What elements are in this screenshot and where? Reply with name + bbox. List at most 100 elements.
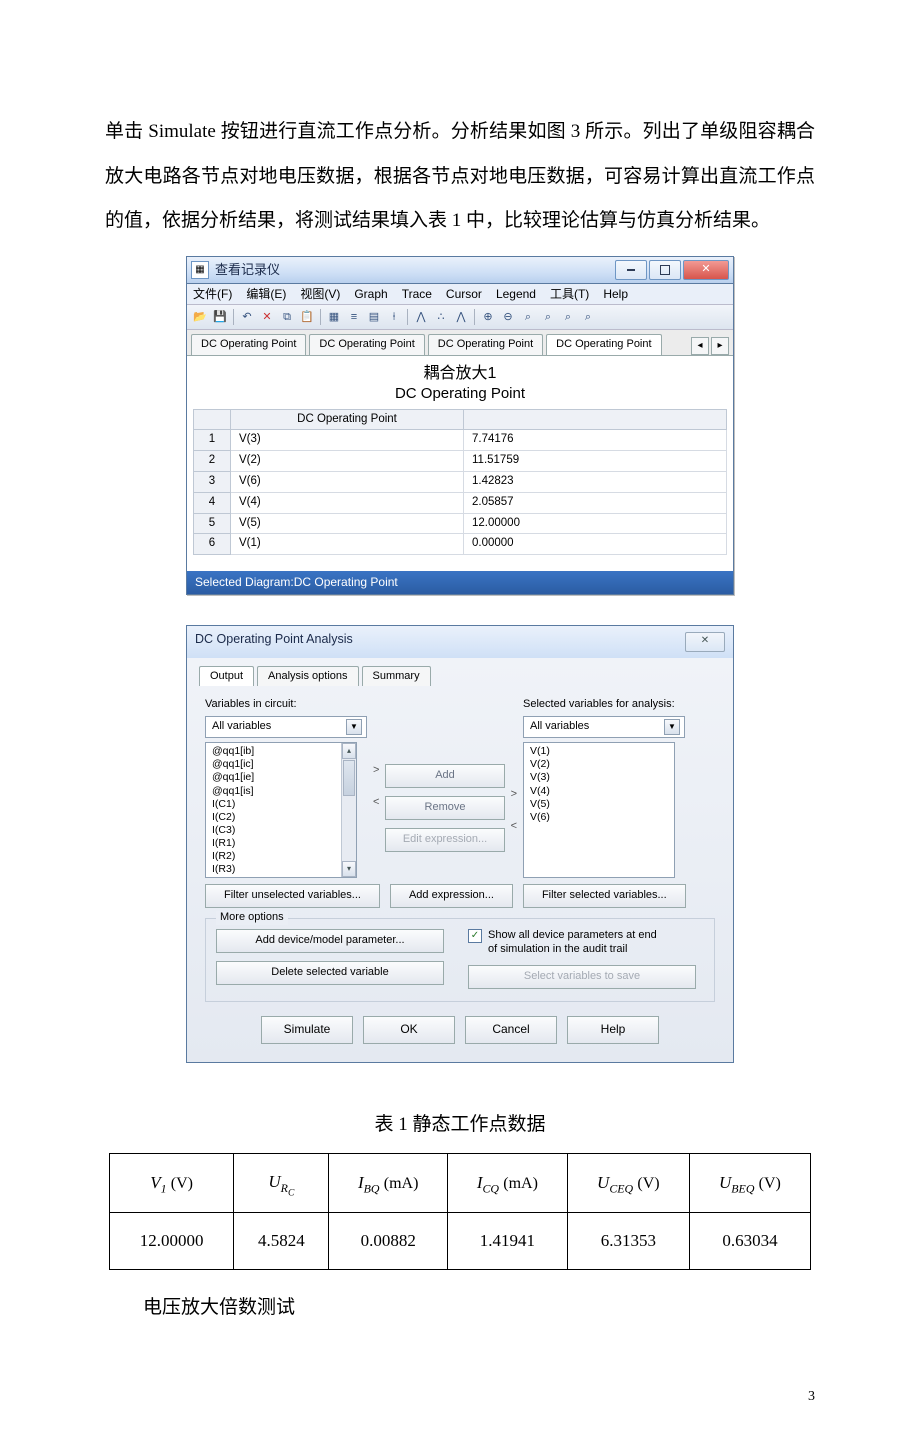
dialog-close-button[interactable]: ✕: [685, 632, 725, 652]
marker2-icon[interactable]: ∴: [432, 308, 450, 326]
more-options-legend: More options: [216, 911, 288, 925]
app-icon: ▦: [191, 261, 209, 279]
status-bar: Selected Diagram:DC Operating Point: [187, 571, 733, 593]
window-title: 查看记录仪: [215, 262, 615, 278]
menu-trace[interactable]: Trace: [402, 287, 432, 301]
zoom-x-icon[interactable]: ⌕: [559, 308, 577, 326]
th-ubeq: UBEQ (V): [689, 1154, 810, 1213]
menu-cursor[interactable]: Cursor: [446, 287, 482, 301]
toolbar: 📂 💾 ↶ ✕ ⧉ 📋 ▦ ≡ ▤ ⍿ ⋀ ∴ ⋀ ⊕ ⊖ ⌕ ⌕ ⌕ ⌕: [187, 305, 733, 330]
tab-options[interactable]: Analysis options: [257, 666, 359, 687]
tab-dcop-3[interactable]: DC Operating Point: [428, 334, 543, 354]
menu-legend[interactable]: Legend: [496, 287, 536, 301]
marker3-icon[interactable]: ⋀: [452, 308, 470, 326]
tabstrip: DC Operating Point DC Operating Point DC…: [187, 330, 733, 354]
list-icon[interactable]: ≡: [345, 308, 363, 326]
tab-scroll-right[interactable]: ▸: [711, 337, 729, 355]
dialog-titlebar: DC Operating Point Analysis ✕: [187, 626, 733, 658]
result-table: DC Operating Point 1V(3)7.74176 2V(2)11.…: [193, 409, 727, 556]
table-caption: 表 1 静态工作点数据: [105, 1103, 815, 1148]
zoom-in-icon[interactable]: ⊕: [479, 308, 497, 326]
marker1-icon[interactable]: ⋀: [412, 308, 430, 326]
combo-left-filter[interactable]: All variables ▼: [205, 716, 367, 738]
label-selected-vars: Selected variables for analysis:: [523, 698, 685, 712]
grapher-window: ▦ 查看记录仪 文件(F) 编辑(E) 视图(V) Graph Trace Cu…: [186, 256, 734, 595]
scroll-up-icon[interactable]: ▴: [342, 743, 356, 759]
menu-tools[interactable]: 工具(T): [550, 287, 589, 301]
paste-icon[interactable]: 📋: [298, 308, 316, 326]
tab-dcop-2[interactable]: DC Operating Point: [309, 334, 424, 354]
delete-icon[interactable]: ✕: [258, 308, 276, 326]
scroll-down-icon[interactable]: ▾: [342, 861, 356, 877]
th-ibq: IBQ (mA): [329, 1154, 448, 1213]
cell-icq: 1.41941: [448, 1213, 568, 1270]
chart-title-2: DC Operating Point: [193, 385, 727, 403]
chevron-down-icon: ▼: [664, 719, 680, 735]
zoom-fit-icon[interactable]: ⌕: [519, 308, 537, 326]
tab-scroll-left[interactable]: ◂: [691, 337, 709, 355]
chart-title-1: 耦合放大1: [193, 364, 727, 383]
filter-unselected-button[interactable]: Filter unselected variables...: [205, 884, 380, 908]
remove-button[interactable]: Remove: [385, 796, 505, 820]
copy-icon[interactable]: ⧉: [278, 308, 296, 326]
delete-var-button[interactable]: Delete selected variable: [216, 961, 444, 985]
listbox-available-vars[interactable]: @qq1[ib] @qq1[ic] @qq1[ie] @qq1[is] I(C1…: [205, 742, 357, 878]
zoom-region-icon[interactable]: ⌕: [539, 308, 557, 326]
grid-icon[interactable]: ▦: [325, 308, 343, 326]
zoom-y-icon[interactable]: ⌕: [579, 308, 597, 326]
page-number: 3: [105, 1381, 815, 1414]
scroll-thumb[interactable]: [343, 760, 355, 796]
add-button[interactable]: Add: [385, 764, 505, 788]
save-icon[interactable]: 💾: [211, 308, 229, 326]
zoom-out-icon[interactable]: ⊖: [499, 308, 517, 326]
tab-dcop-1[interactable]: DC Operating Point: [191, 334, 306, 354]
titlebar: ▦ 查看记录仪: [187, 257, 733, 284]
select-vars-save-button[interactable]: Select variables to save: [468, 965, 696, 989]
dialog-title: DC Operating Point Analysis: [195, 632, 685, 652]
minimize-button[interactable]: [615, 260, 647, 280]
label-vars-in-circuit: Variables in circuit:: [205, 698, 367, 712]
menu-help[interactable]: Help: [603, 287, 628, 301]
result-rows: 1V(3)7.74176 2V(2)11.51759 3V(6)1.42823 …: [194, 430, 727, 555]
cursor-icon[interactable]: ⍿: [385, 308, 403, 326]
th-urc: URC: [234, 1154, 329, 1213]
tab-dcop-4[interactable]: DC Operating Point: [546, 334, 661, 354]
simulate-button[interactable]: Simulate: [261, 1016, 353, 1044]
dialog-tabs: Output Analysis options Summary: [199, 666, 721, 687]
checkbox-label-line2: of simulation in the audit trail: [488, 943, 657, 957]
tab-output[interactable]: Output: [199, 666, 254, 687]
listbox-selected-vars[interactable]: V(1) V(2) V(3) V(4) V(5) V(6): [523, 742, 675, 878]
menu-view[interactable]: 视图(V): [300, 287, 340, 301]
legend-icon[interactable]: ▤: [365, 308, 383, 326]
menu-graph[interactable]: Graph: [354, 287, 387, 301]
menubar: 文件(F) 编辑(E) 视图(V) Graph Trace Cursor Leg…: [187, 284, 733, 305]
combo-right-filter[interactable]: All variables ▼: [523, 716, 685, 738]
checkbox-label-line1: Show all device parameters at end: [488, 929, 657, 943]
cell-ubeq: 0.63034: [689, 1213, 810, 1270]
th-uceq: UCEQ (V): [567, 1154, 689, 1213]
filter-selected-button[interactable]: Filter selected variables...: [523, 884, 686, 908]
cell-v1: 12.00000: [110, 1213, 234, 1270]
subsection-title: 电压放大倍数测试: [105, 1286, 815, 1331]
cancel-button[interactable]: Cancel: [465, 1016, 557, 1044]
cell-ibq: 0.00882: [329, 1213, 448, 1270]
edit-expression-button[interactable]: Edit expression...: [385, 828, 505, 852]
cell-urc: 4.5824: [234, 1213, 329, 1270]
th-icq: ICQ (mA): [448, 1154, 568, 1213]
menu-file[interactable]: 文件(F): [193, 287, 232, 301]
tab-summary[interactable]: Summary: [362, 666, 431, 687]
open-icon[interactable]: 📂: [191, 308, 209, 326]
menu-edit[interactable]: 编辑(E): [246, 287, 286, 301]
intro-paragraph: 单击 Simulate 按钮进行直流工作点分析。分析结果如图 3 所示。列出了单…: [105, 110, 815, 244]
checkbox-show-params[interactable]: [468, 929, 482, 943]
close-button[interactable]: [683, 260, 729, 280]
help-button[interactable]: Help: [567, 1016, 659, 1044]
ok-button[interactable]: OK: [363, 1016, 455, 1044]
add-expression-button[interactable]: Add expression...: [390, 884, 513, 908]
undo-icon[interactable]: ↶: [238, 308, 256, 326]
add-param-button[interactable]: Add device/model parameter...: [216, 929, 444, 953]
col-variable: DC Operating Point: [231, 409, 464, 430]
cell-uceq: 6.31353: [567, 1213, 689, 1270]
scrollbar[interactable]: ▴ ▾: [341, 743, 356, 877]
maximize-button[interactable]: [649, 260, 681, 280]
